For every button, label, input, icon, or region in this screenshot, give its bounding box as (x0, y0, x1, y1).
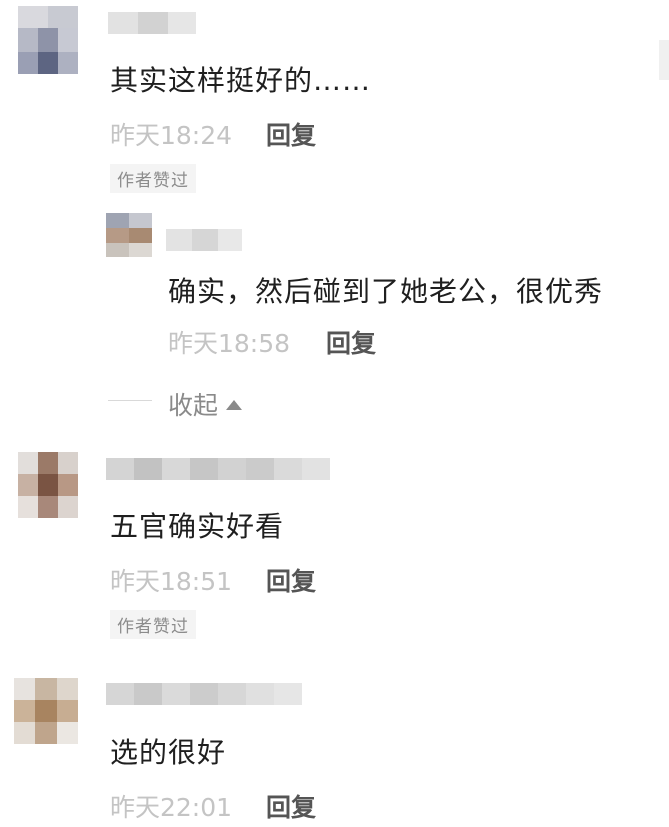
reply-button[interactable]: 回复 (326, 324, 376, 360)
comment-text: 其实这样挺好的…… (110, 64, 372, 97)
comment-time: 昨天18:24 (110, 121, 233, 150)
collapse-label: 收起 (168, 391, 219, 420)
username-blurred[interactable] (106, 458, 330, 480)
user-avatar[interactable] (106, 213, 152, 257)
collapse-button[interactable]: 收起 (168, 386, 243, 422)
edge-shadow (659, 40, 669, 80)
comment-time: 昨天18:51 (110, 567, 233, 596)
reply-time: 昨天18:58 (168, 329, 291, 358)
username-blurred[interactable] (108, 12, 196, 34)
triangle-up-icon (226, 400, 243, 410)
username-blurred[interactable] (166, 229, 242, 251)
username-blurred[interactable] (106, 683, 302, 705)
user-avatar[interactable] (18, 6, 78, 74)
collapse-divider (108, 400, 152, 401)
reply-text: 确实，然后碰到了她老公，很优秀 (168, 275, 604, 308)
author-liked-badge: 作者赞过 (110, 610, 196, 639)
comment-text: 五官确实好看 (110, 510, 285, 543)
user-avatar[interactable] (18, 452, 78, 518)
comment-text: 选的很好 (110, 736, 227, 769)
author-liked-badge: 作者赞过 (110, 164, 196, 193)
reply-button[interactable]: 回复 (266, 788, 316, 824)
user-avatar[interactable] (14, 678, 78, 744)
reply-button[interactable]: 回复 (266, 562, 316, 598)
comment-time: 昨天22:01 (110, 793, 233, 822)
reply-button[interactable]: 回复 (266, 116, 316, 152)
